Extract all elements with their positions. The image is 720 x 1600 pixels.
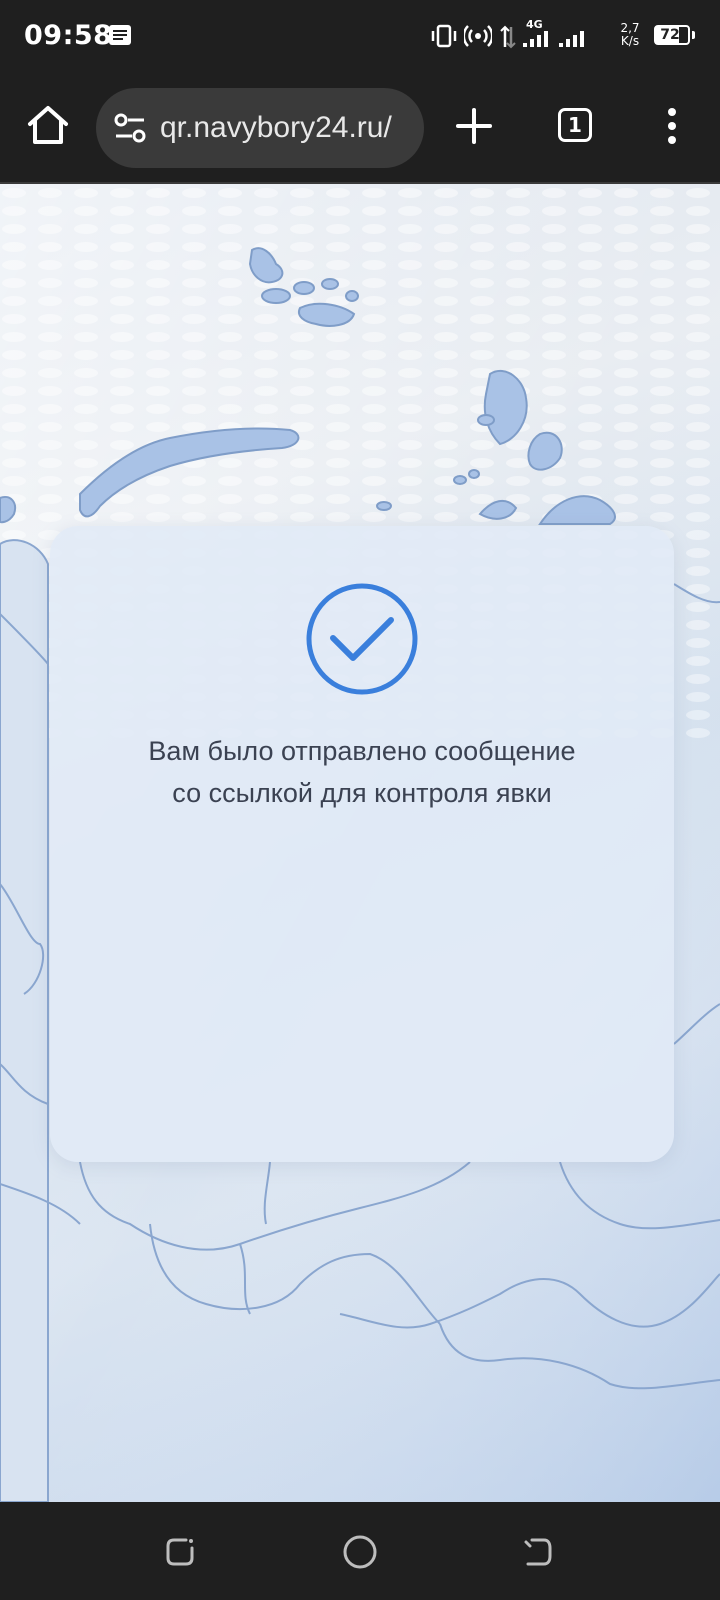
confirmation-card: Вам было отправлено сообщение со ссылкой…: [50, 526, 674, 1162]
network-speed-unit: K/s: [620, 34, 640, 48]
check-circle-icon: [306, 583, 418, 695]
confirmation-message: Вам было отправлено сообщение со ссылкой…: [70, 730, 654, 814]
url-text[interactable]: qr.navybory24.ru/: [160, 111, 410, 145]
more-vert-icon[interactable]: [656, 104, 688, 148]
network-speed: 2,7 K/s: [618, 22, 642, 48]
message-line-2: со ссылкой для контроля явки: [172, 778, 552, 808]
plus-icon[interactable]: [452, 104, 496, 148]
battery-indicator: 72: [654, 25, 690, 45]
status-icons: 4G 2,7 K/s 72: [420, 0, 720, 72]
tab-switcher-button[interactable]: 1: [558, 108, 592, 142]
signal-strength-2-icon: [559, 31, 584, 47]
web-page: Вам было отправлено сообщение со ссылкой…: [0, 184, 720, 1502]
data-arrows-icon: [500, 25, 516, 49]
tune-icon[interactable]: [112, 110, 148, 146]
battery-tip: [692, 31, 695, 39]
back-icon[interactable]: [522, 1536, 554, 1568]
status-time: 09:58: [24, 20, 113, 51]
signal-strength-icon: [523, 31, 548, 47]
home-circle-icon[interactable]: [342, 1534, 378, 1570]
recents-icon[interactable]: [164, 1536, 196, 1568]
browser-toolbar: qr.navybory24.ru/ 1: [0, 72, 720, 184]
hotspot-icon: [464, 25, 492, 47]
status-bar: 09:58 4G 2,7 K/s 72: [0, 0, 720, 72]
battery-level: 72: [660, 27, 680, 43]
address-bar[interactable]: qr.navybory24.ru/: [96, 88, 424, 168]
system-navigation-bar: [0, 1502, 720, 1600]
notification-icon: [109, 25, 131, 45]
home-icon[interactable]: [24, 102, 72, 150]
vibrate-icon: [431, 24, 457, 48]
message-line-1: Вам было отправлено сообщение: [148, 736, 576, 766]
